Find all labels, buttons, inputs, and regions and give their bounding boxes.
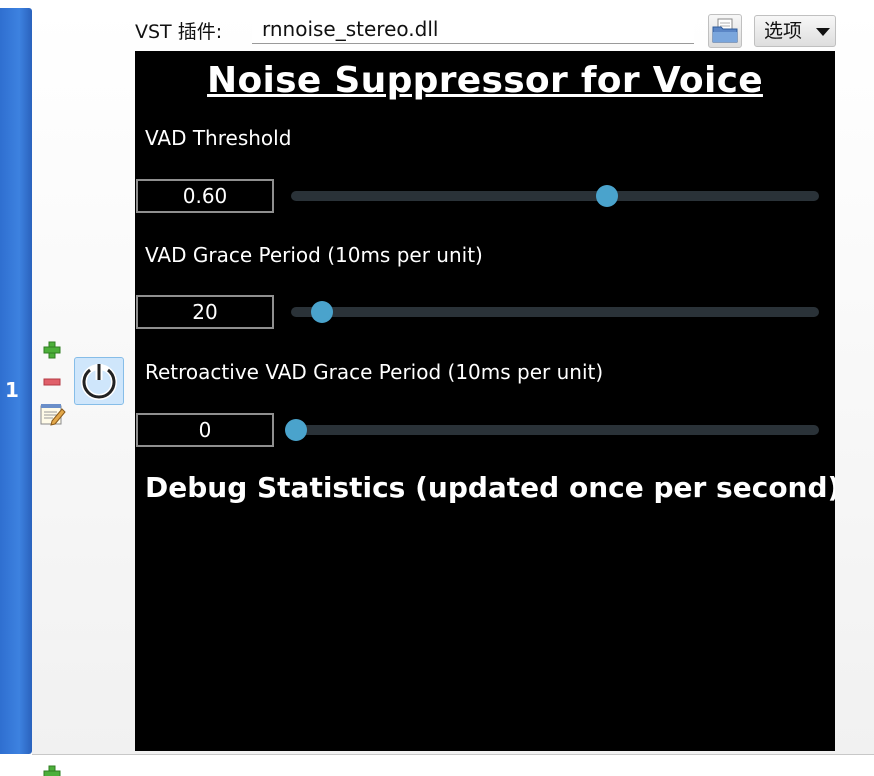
vst-dll-field[interactable] — [252, 14, 694, 44]
options-button[interactable]: 选项 — [754, 15, 812, 47]
add-plugin-button[interactable] — [42, 340, 62, 360]
plugin-editor: Noise Suppressor for Voice VAD Threshold… — [135, 51, 835, 751]
vst-plugin-label: VST 插件: — [135, 21, 223, 43]
slot-index-strip[interactable]: 1 — [0, 8, 32, 754]
retroactive-vad-grace-period-label: Retroactive VAD Grace Period (10ms per u… — [145, 360, 604, 384]
retroactive-vad-grace-period-value[interactable]: 0 — [136, 413, 274, 447]
power-icon — [81, 364, 117, 400]
plugin-slot-panel: VST 插件: 选项 Noise Suppressor for Voice VA… — [32, 8, 874, 755]
notepad-edit-icon — [40, 404, 66, 426]
open-folder-icon — [712, 18, 738, 43]
retroactive-vad-grace-period-slider[interactable] — [285, 419, 819, 441]
browse-folder-button[interactable] — [708, 14, 742, 48]
vad-threshold-value[interactable]: 0.60 — [136, 179, 274, 213]
vad-threshold-slider[interactable] — [291, 185, 819, 207]
add-slot-button[interactable] — [42, 764, 62, 776]
plugin-title: Noise Suppressor for Voice — [207, 60, 763, 101]
slot-index-label: 1 — [5, 378, 19, 402]
debug-statistics-heading: Debug Statistics (updated once per secon… — [145, 471, 835, 504]
vad-grace-period-slider-thumb[interactable] — [310, 301, 333, 323]
remove-plugin-button[interactable] — [42, 372, 62, 392]
retroactive-vad-grace-period-slider-thumb[interactable] — [285, 419, 307, 441]
vad-grace-period-label: VAD Grace Period (10ms per unit) — [145, 243, 483, 267]
vad-threshold-slider-thumb[interactable] — [595, 185, 618, 207]
options-dropdown-button[interactable] — [811, 15, 836, 47]
vad-grace-period-slider[interactable] — [291, 301, 819, 323]
plus-icon — [43, 341, 61, 359]
bypass-power-button[interactable] — [74, 357, 124, 405]
vad-grace-period-value[interactable]: 20 — [136, 295, 274, 329]
minus-icon — [43, 378, 61, 386]
plus-icon — [43, 765, 61, 776]
edit-plugin-button[interactable] — [38, 400, 66, 428]
vad-threshold-label: VAD Threshold — [145, 126, 292, 150]
